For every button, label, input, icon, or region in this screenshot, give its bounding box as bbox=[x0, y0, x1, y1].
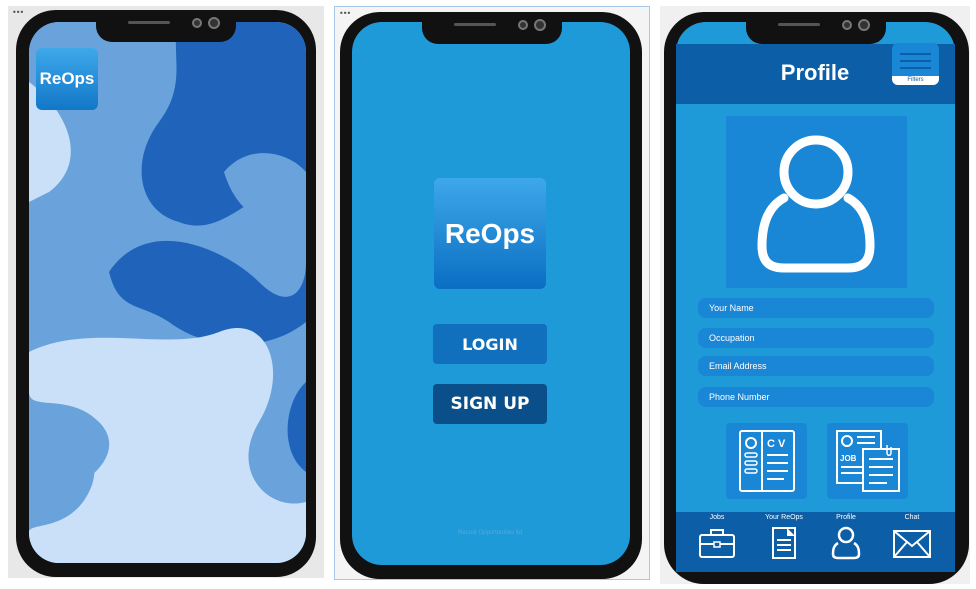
filters-label: Filters bbox=[892, 76, 939, 85]
briefcase-icon bbox=[699, 529, 735, 558]
artboard-menu-dots: ••• bbox=[339, 9, 351, 18]
nav-your-reops-label: Your ReOps bbox=[765, 514, 803, 521]
phone-notch bbox=[422, 12, 562, 44]
name-field[interactable] bbox=[698, 298, 934, 318]
filters-button[interactable]: Filters bbox=[892, 43, 939, 85]
login-button[interactable]: LOGIN bbox=[433, 324, 547, 364]
welcome-screen bbox=[352, 22, 630, 565]
user-icon bbox=[831, 526, 861, 560]
cv-document-icon: C V bbox=[739, 430, 795, 492]
phone-notch bbox=[96, 10, 236, 42]
signup-button[interactable]: SIGN UP bbox=[433, 384, 547, 424]
app-logo: ReOps bbox=[434, 178, 546, 289]
nav-your-reops[interactable]: Your ReOps bbox=[753, 512, 815, 561]
user-avatar-icon bbox=[757, 135, 875, 273]
job-files-icon: JOB bbox=[836, 430, 900, 492]
occupation-field[interactable] bbox=[698, 328, 934, 348]
profile-screen bbox=[676, 22, 955, 572]
phone-notch bbox=[746, 12, 886, 44]
cv-card-text: C V bbox=[767, 438, 786, 450]
nav-jobs[interactable]: Jobs bbox=[686, 512, 748, 561]
menu-icon bbox=[900, 53, 931, 55]
jobs-card[interactable]: JOB bbox=[827, 423, 908, 499]
artboard-menu-dots: ••• bbox=[12, 8, 24, 17]
email-field[interactable] bbox=[698, 356, 934, 376]
app-logo: ReOps bbox=[36, 48, 98, 110]
profile-photo[interactable] bbox=[726, 116, 907, 288]
nav-chat-label: Chat bbox=[904, 514, 920, 521]
cv-card[interactable]: C V bbox=[726, 423, 807, 499]
nav-profile[interactable]: Profile bbox=[815, 512, 877, 561]
mail-icon bbox=[893, 530, 931, 558]
jobs-card-text: JOB bbox=[840, 454, 857, 463]
document-icon bbox=[772, 527, 796, 559]
phone-field[interactable] bbox=[698, 387, 934, 407]
nav-profile-label: Profile bbox=[836, 514, 856, 521]
company-footer: Recruit Opportunities ltd bbox=[457, 530, 523, 536]
nav-chat[interactable]: Chat bbox=[881, 512, 943, 561]
page-title: Profile bbox=[780, 60, 850, 85]
nav-jobs-label: Jobs bbox=[709, 514, 725, 521]
